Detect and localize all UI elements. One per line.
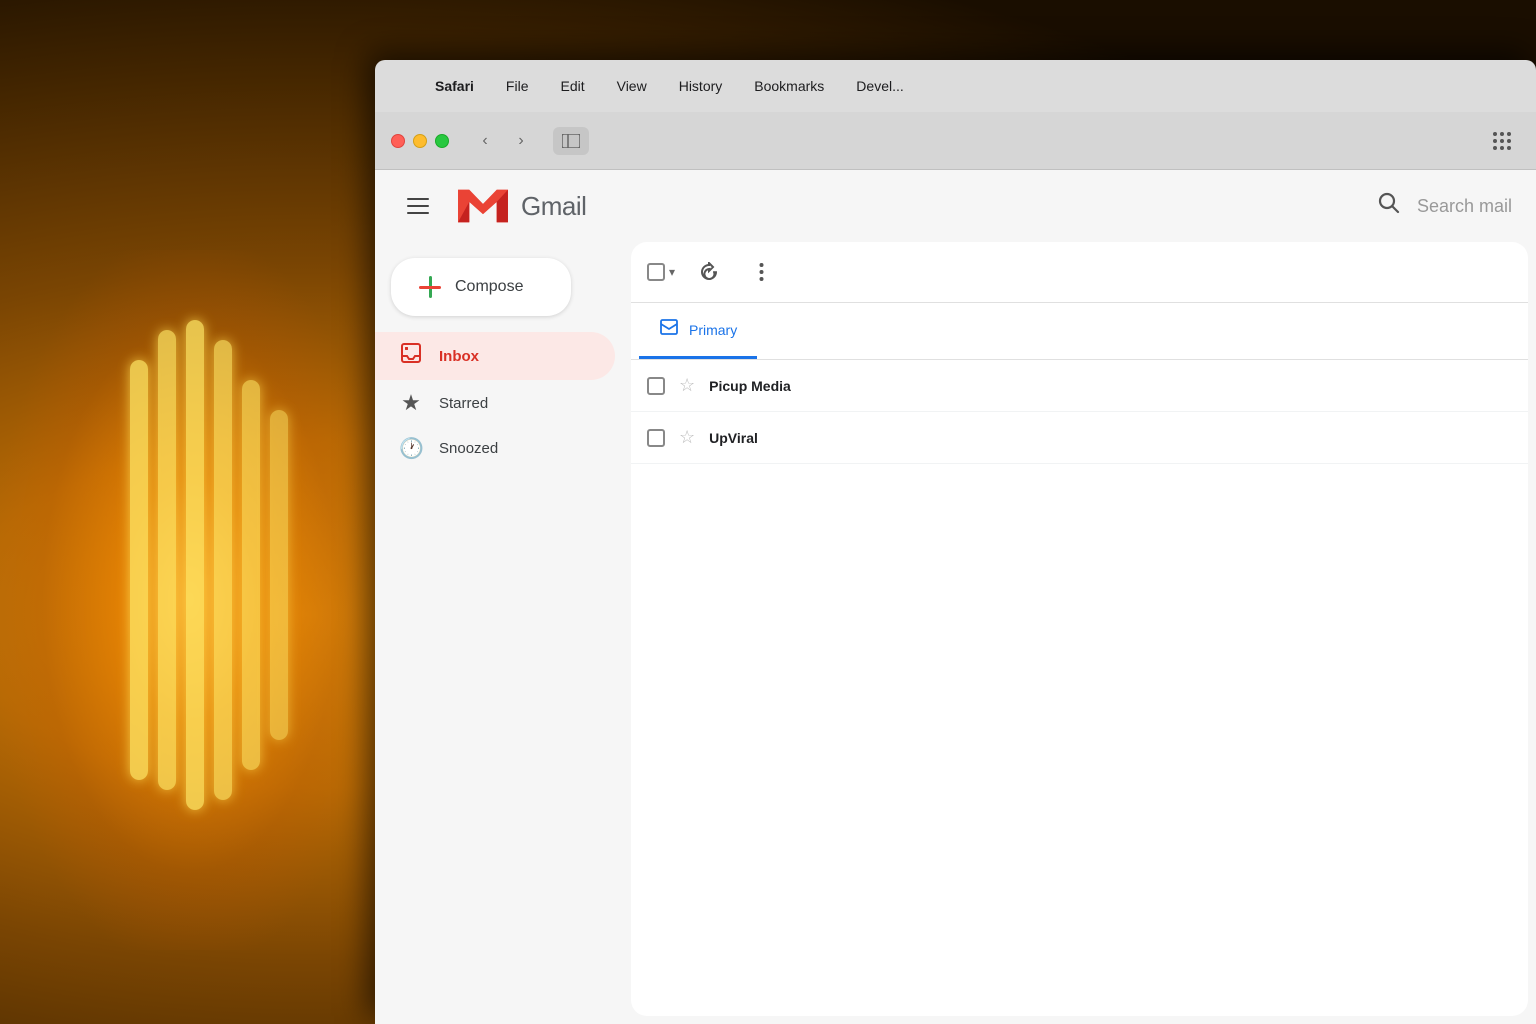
mac-menubar: Safari File Edit View History Bookmarks … (375, 60, 1536, 112)
select-dropdown-arrow-icon[interactable]: ▾ (669, 265, 675, 279)
back-button[interactable]: ‹ (469, 127, 501, 155)
search-area: Search mail (1377, 191, 1512, 221)
gmail-logo-area: Gmail (455, 184, 1377, 228)
hamburger-line-icon (407, 198, 429, 200)
menu-develop[interactable]: Devel... (856, 78, 903, 94)
star-button[interactable]: ☆ (679, 375, 695, 396)
apps-grid-button[interactable] (1484, 127, 1520, 155)
sidebar-toggle-button[interactable] (553, 127, 589, 155)
star-icon: ★ (399, 390, 423, 416)
refresh-button[interactable] (691, 254, 727, 290)
minimize-button[interactable] (413, 134, 427, 148)
gmail-header: Gmail Search mail (375, 170, 1536, 242)
email-list: ☆ Picup Media ☆ UpViral (631, 360, 1528, 1016)
menu-view[interactable]: View (617, 78, 647, 94)
compose-plus-icon (419, 276, 441, 298)
compose-button[interactable]: Compose (391, 258, 571, 316)
email-row[interactable]: ☆ Picup Media (631, 360, 1528, 412)
search-placeholder[interactable]: Search mail (1417, 196, 1512, 217)
browser-chrome: ‹ › (375, 112, 1536, 170)
sidebar-toggle-icon (562, 134, 580, 148)
grid-dots-icon (1493, 132, 1511, 150)
gmail-toolbar: ▾ (631, 242, 1528, 303)
inbox-label: Inbox (439, 348, 479, 365)
menu-safari[interactable]: Safari (435, 78, 474, 94)
email-checkbox[interactable] (647, 429, 665, 447)
select-all-checkbox[interactable] (647, 263, 665, 281)
gmail-sidebar: Compose Inbox ★ Starred (375, 242, 631, 1024)
more-options-icon (759, 262, 764, 282)
snoozed-icon: 🕐 (399, 436, 423, 461)
menu-edit[interactable]: Edit (560, 78, 584, 94)
starred-label: Starred (439, 395, 488, 412)
email-row[interactable]: ☆ UpViral (631, 412, 1528, 464)
hamburger-line-icon (407, 212, 429, 214)
email-sender: UpViral (709, 430, 849, 446)
sidebar-item-inbox[interactable]: Inbox (375, 332, 615, 380)
hamburger-menu-button[interactable] (399, 186, 439, 226)
category-tabs: Primary (631, 303, 1528, 360)
tab-primary[interactable]: Primary (639, 303, 757, 359)
mac-frame: Safari File Edit View History Bookmarks … (375, 60, 1536, 1024)
forward-button[interactable]: › (505, 127, 537, 155)
gmail-wordmark: Gmail (521, 191, 586, 222)
snoozed-label: Snoozed (439, 440, 498, 457)
inbox-icon (399, 342, 423, 370)
menu-history[interactable]: History (679, 78, 723, 94)
more-options-button[interactable] (743, 254, 779, 290)
sidebar-item-starred[interactable]: ★ Starred (375, 380, 615, 426)
refresh-icon (699, 262, 719, 282)
sidebar-item-snoozed[interactable]: 🕐 Snoozed (375, 426, 615, 471)
star-button[interactable]: ☆ (679, 427, 695, 448)
gmail-content: Gmail Search mail (375, 170, 1536, 1024)
maximize-button[interactable] (435, 134, 449, 148)
email-checkbox[interactable] (647, 377, 665, 395)
traffic-lights (391, 134, 449, 148)
search-icon (1377, 191, 1401, 221)
bulb-stripes (120, 320, 300, 820)
compose-label: Compose (455, 278, 523, 296)
primary-tab-icon (659, 317, 679, 342)
email-sender: Picup Media (709, 378, 849, 394)
gmail-m-logo-icon (455, 184, 511, 228)
menu-file[interactable]: File (506, 78, 529, 94)
gmail-body: Compose Inbox ★ Starred (375, 242, 1536, 1024)
close-button[interactable] (391, 134, 405, 148)
select-all-area[interactable]: ▾ (647, 263, 675, 281)
nav-buttons: ‹ › (469, 127, 537, 155)
gmail-right-panel: ▾ (631, 242, 1528, 1016)
menu-bookmarks[interactable]: Bookmarks (754, 78, 824, 94)
primary-tab-label: Primary (689, 322, 737, 338)
hamburger-line-icon (407, 205, 429, 207)
